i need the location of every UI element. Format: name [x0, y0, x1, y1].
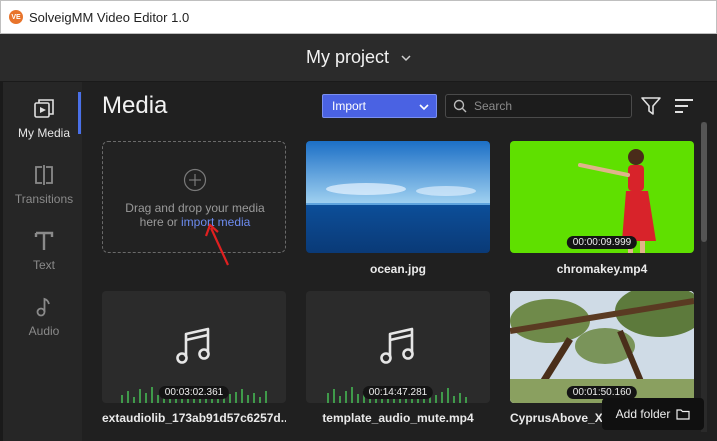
active-indicator	[78, 92, 81, 134]
project-title[interactable]: My project	[306, 47, 389, 68]
window-titlebar: VE SolveigMM Video Editor 1.0	[0, 0, 717, 34]
folder-icon	[676, 409, 690, 420]
duration-badge: 00:03:02.361	[158, 386, 230, 399]
media-item-template-audio[interactable]: 00:14:47.281	[306, 291, 490, 403]
music-note-icon	[380, 327, 414, 364]
sidebar-item-label: Transitions	[14, 192, 74, 206]
media-item-name: extaudiolib_173ab91d57c6257d...	[102, 411, 286, 425]
import-button[interactable]: Import	[322, 94, 437, 118]
media-item-cyprus[interactable]: 00:01:50.160	[510, 291, 694, 403]
media-item-chromakey[interactable]: 00:00:09.999	[510, 141, 694, 253]
media-item-ocean[interactable]	[306, 141, 490, 253]
scrollbar-thumb[interactable]	[701, 122, 707, 242]
sidebar-item-text[interactable]: Text	[3, 218, 85, 278]
sidebar-item-transitions[interactable]: Transitions	[3, 152, 85, 212]
music-note-icon	[176, 327, 210, 364]
red-arrow-annotation	[204, 223, 229, 266]
sidebar-item-my-media[interactable]: My Media	[3, 86, 85, 146]
sort-icon[interactable]	[673, 97, 695, 115]
media-item-name: chromakey.mp4	[556, 262, 648, 276]
my-media-icon	[34, 99, 54, 118]
sidebar-item-label: Text	[32, 258, 55, 272]
chevron-down-icon[interactable]	[401, 53, 411, 63]
add-folder-label: Add folder	[615, 407, 671, 421]
project-header: My project	[0, 34, 717, 82]
filter-icon[interactable]	[640, 96, 662, 116]
ocean-thumbnail	[306, 141, 490, 253]
add-folder-button[interactable]: Add folder	[602, 398, 704, 430]
scrollbar[interactable]	[701, 122, 707, 432]
app-logo: VE	[9, 10, 23, 24]
add-circle-icon	[183, 168, 207, 192]
transitions-icon	[35, 165, 53, 185]
media-item-name: template_audio_mute.mp4	[322, 411, 474, 425]
media-item-extaudiolib[interactable]: 00:03:02.361	[102, 291, 286, 403]
sidebar-item-audio[interactable]: Audio	[3, 284, 85, 344]
search-icon	[453, 99, 467, 113]
media-panel: Media Import Drag and drop your media	[82, 82, 717, 441]
sidebar-item-label: My Media	[17, 126, 70, 140]
search-input[interactable]	[474, 99, 624, 113]
media-item-name: ocean.jpg	[369, 262, 426, 276]
import-button-label: Import	[332, 99, 367, 113]
window-title: SolveigMM Video Editor 1.0	[29, 9, 190, 25]
chevron-down-icon	[419, 104, 429, 111]
search-box[interactable]	[445, 94, 632, 118]
duration-badge: 00:14:47.281	[362, 386, 434, 399]
audio-icon	[36, 297, 50, 317]
duration-badge: 00:00:09.999	[566, 236, 638, 249]
drop-line-1: Drag and drop your media	[125, 201, 265, 215]
sidebar: My Media Transitions Text Audio	[0, 82, 82, 441]
drop-line-2: here or import media	[103, 215, 287, 229]
drop-line-2-prefix: here or	[139, 215, 181, 229]
drop-zone[interactable]: Drag and drop your media here or import …	[102, 141, 286, 253]
page-title: Media	[102, 92, 168, 119]
sidebar-item-label: Audio	[28, 324, 60, 338]
drop-instructions: Drag and drop your media here or import …	[103, 201, 287, 229]
text-icon	[34, 231, 54, 250]
